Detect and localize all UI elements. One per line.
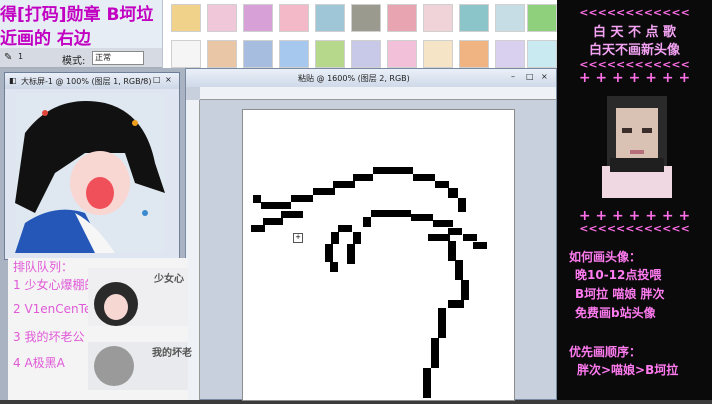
thumbnail[interactable] [243,4,273,32]
tool-options-bar: ✎ 1 模式: 正常 [0,48,162,68]
pixel-portrait [592,88,682,208]
thumbnail[interactable] [171,40,201,68]
window-title: 大标屏-1 @ 100% (图层 1, RGB/8) [21,77,152,86]
thumbnail[interactable] [423,4,453,32]
thumbnail[interactable] [423,40,453,68]
thumbnail[interactable] [527,40,557,68]
pixel-girl-icon [592,88,682,208]
priority-line: 胖次>喵娘>B坷拉 [577,363,679,377]
thumbnail[interactable] [243,40,273,68]
overlay-line-2: 近画的 右边 [0,29,91,48]
thumbnail[interactable] [315,4,345,32]
document-window-reference[interactable]: ◧ 大标屏-1 @ 100% (图层 1, RGB/8) – □ × [4,72,180,260]
thumbnail[interactable] [171,4,201,32]
file-explorer-thumbnails [162,0,557,68]
thumbnail[interactable] [351,40,381,68]
ps-logo-icon: ◧ [9,76,17,85]
card-name: 我的坏老 [152,348,192,359]
queue-panel: 排队队列： 1 少女心爆棚的怪 2 V1enCenTer 3 我的坏老公 4 A… [8,258,192,400]
panel-title-2: 白天不画新头像 [588,43,680,58]
close-icon[interactable]: × [541,72,548,81]
thumbnail[interactable] [207,4,237,32]
queue-item: 2 V1enCenTer [13,302,97,316]
girl-illustration-icon [15,93,165,253]
reference-artwork [15,93,165,253]
maximize-icon[interactable]: □ [526,72,534,81]
deco-arrows: <<<<<<<<<<<< [579,6,690,19]
minimize-icon[interactable]: – [511,72,515,81]
mode-label: 模式: [62,56,86,67]
window-titlebar[interactable]: 粘贴 @ 1600% (图层 2, RGB) – □ × [186,69,556,87]
minimize-icon[interactable]: – [141,75,145,84]
priority-header: 优先画顺序： [569,345,642,359]
window-titlebar[interactable]: ◧ 大标屏-1 @ 100% (图层 1, RGB/8) – □ × [5,73,179,89]
user-card: 我的坏老 [88,342,192,390]
window-title: 粘贴 @ 1600% (图层 2, RGB) [298,74,410,83]
crosshair-cursor-icon: + [293,233,303,243]
thumbnail[interactable] [495,4,525,32]
queue-item: 3 我的坏老公 [13,330,85,344]
thumbnail[interactable] [459,40,489,68]
thumbnail[interactable] [279,4,309,32]
stream-info-panel: <<<<<<<<<<<< 白 天 不 点 歌 白天不画新头像 <<<<<<<<<… [557,0,712,400]
deco-crosses: + + + + + + + [578,70,691,86]
document-window-canvas[interactable]: 粘贴 @ 1600% (图层 2, RGB) – □ × + [185,68,557,401]
avatar [94,282,138,326]
thumbnail[interactable] [351,4,381,32]
queue-item: 4 A极黑A [13,356,65,370]
brush-icon[interactable]: ✎ [4,52,12,63]
thumbnail[interactable] [387,40,417,68]
stream-overlay-header: 得[打码]勋章 B坷垃 近画的 右边 [0,0,162,50]
queue-title: 排队队列： [13,260,74,274]
thumbnail[interactable] [207,40,237,68]
deco-arrows: <<<<<<<<<<<< [579,222,690,235]
panel-title-1: 白 天 不 点 歌 [592,25,677,40]
pixel-canvas[interactable]: + [242,109,515,401]
thumbnail[interactable] [279,40,309,68]
pixel-line-art [251,167,487,398]
avatar [94,346,134,386]
info-line: 晚10-12点投喂 [575,268,662,282]
info-line: 免费画b站头像 [575,306,656,320]
close-icon[interactable]: × [165,75,172,84]
ruler-horizontal [200,87,556,100]
thumbnail[interactable] [527,4,557,32]
thumbnail[interactable] [387,4,417,32]
overlay-line-1: 得[打码]勋章 B坷垃 [0,5,154,24]
info-line: B坷拉 喵娘 胖次 [575,287,665,301]
thumbnail[interactable] [495,40,525,68]
size-value[interactable]: 1 [18,52,23,61]
thumbnail[interactable] [459,4,489,32]
card-name: 少女心 [154,274,184,285]
user-card: 少女心 [88,268,188,326]
maximize-icon[interactable]: □ [153,75,161,84]
thumbnail[interactable] [315,40,345,68]
info-header: 如何画头像： [569,250,642,264]
mode-select[interactable]: 正常 [92,51,144,65]
